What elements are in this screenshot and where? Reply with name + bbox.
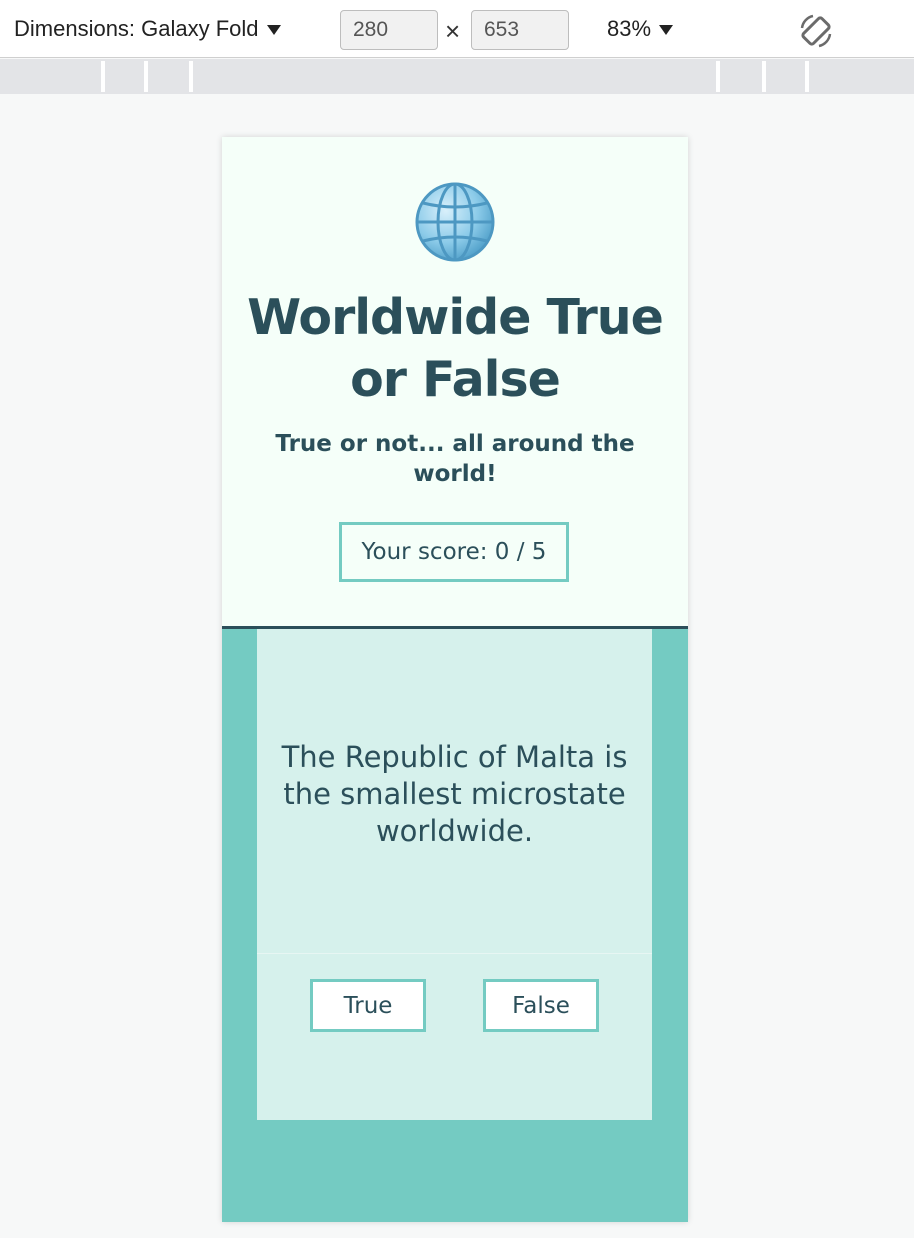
score-display: Your score: 0 / 5	[339, 522, 569, 582]
page-title: Worldwide True or False	[247, 289, 664, 408]
card-separator	[257, 953, 652, 954]
quiz-area: The Republic of Malta is the smallest mi…	[222, 629, 688, 1222]
dropdown-caret-icon	[659, 25, 674, 35]
dropdown-caret-icon	[266, 25, 281, 35]
question-card: The Republic of Malta is the smallest mi…	[257, 629, 652, 1120]
quiz-header: Worldwide True or False True or not... a…	[222, 137, 688, 626]
rotate-button[interactable]	[796, 11, 836, 51]
dimensions-label: Dimensions: Galaxy Fold	[14, 16, 259, 41]
device-viewport: Worldwide True or False True or not... a…	[222, 137, 688, 1222]
ruler-marker	[762, 61, 766, 92]
false-button[interactable]: False	[483, 979, 599, 1032]
media-query-ruler	[0, 59, 914, 94]
true-button[interactable]: True	[310, 979, 426, 1032]
ruler-marker	[189, 61, 193, 92]
device-toolbar: Dimensions: Galaxy Fold × 83%	[0, 0, 914, 58]
zoom-label: 83%	[607, 16, 652, 41]
width-input[interactable]	[340, 10, 438, 50]
ruler-marker	[144, 61, 148, 92]
zoom-dropdown[interactable]: 83%	[607, 16, 674, 42]
times-icon: ×	[445, 16, 461, 46]
ruler-marker	[805, 61, 809, 92]
height-input[interactable]	[471, 10, 569, 50]
page-subtitle: True or not... all around the world!	[275, 431, 635, 487]
rotate-icon	[800, 14, 832, 48]
question-text: The Republic of Malta is the smallest mi…	[281, 740, 628, 848]
ruler-marker	[716, 61, 720, 92]
dimensions-dropdown[interactable]: Dimensions: Galaxy Fold	[14, 16, 281, 42]
globe-icon	[415, 182, 495, 262]
ruler-marker	[101, 61, 105, 92]
